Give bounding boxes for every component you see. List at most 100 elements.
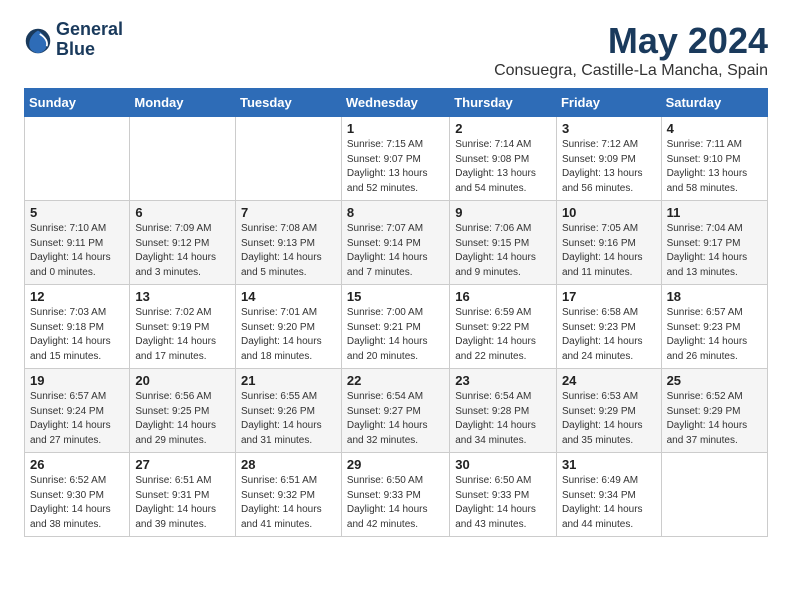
day-cell [25, 117, 130, 201]
day-info: Sunrise: 7:03 AM Sunset: 9:18 PM Dayligh… [30, 306, 124, 364]
day-number: 10 [562, 205, 656, 220]
day-cell: 30 Sunrise: 6:50 AM Sunset: 9:33 PM Dayli… [450, 453, 557, 537]
day-info: Sunrise: 6:55 AM Sunset: 9:26 PM Dayligh… [241, 390, 336, 448]
logo: General Blue [24, 20, 123, 60]
day-cell: 22Sunrise: 6:54 AM Sunset: 9:27 PM Dayli… [341, 369, 449, 453]
day-cell: 28 Sunrise: 6:51 AM Sunset: 9:32 PM Dayli… [235, 453, 341, 537]
day-cell: 19 Sunrise: 6:57 AM Sunset: 9:24 PM Dayli… [25, 369, 130, 453]
day-cell: 25 Sunrise: 6:52 AM Sunset: 9:29 PM Dayli… [661, 369, 767, 453]
day-cell [235, 117, 341, 201]
title-block: May 2024 Consuegra, Castille-La Mancha, … [494, 20, 768, 80]
day-number: 23 [455, 373, 551, 388]
logo-text: General Blue [56, 20, 123, 60]
day-cell: 6Sunrise: 7:09 AM Sunset: 9:12 PM Daylig… [130, 201, 236, 285]
day-number: 13 [135, 289, 230, 304]
day-info: Sunrise: 6:51 AM Sunset: 9:32 PM Dayligh… [241, 474, 336, 532]
day-info: Sunrise: 6:54 AM Sunset: 9:28 PM Dayligh… [455, 390, 551, 448]
day-info: Sunrise: 6:53 AM Sunset: 9:29 PM Dayligh… [562, 390, 656, 448]
day-number: 31 [562, 457, 656, 472]
day-cell: 27 Sunrise: 6:51 AM Sunset: 9:31 PM Dayli… [130, 453, 236, 537]
calendar-body: 1 Sunrise: 7:15 AM Sunset: 9:07 PM Daylig… [25, 117, 768, 537]
day-info: Sunrise: 7:11 AM Sunset: 9:10 PM Dayligh… [667, 138, 762, 196]
logo-icon [24, 27, 52, 55]
calendar-header: SundayMondayTuesdayWednesdayThursdayFrid… [25, 89, 768, 117]
day-number: 11 [667, 205, 762, 220]
day-cell: 4 Sunrise: 7:11 AM Sunset: 9:10 PM Daylig… [661, 117, 767, 201]
day-number: 3 [562, 121, 656, 136]
day-info: Sunrise: 6:59 AM Sunset: 9:22 PM Dayligh… [455, 306, 551, 364]
day-number: 22 [347, 373, 444, 388]
day-number: 6 [135, 205, 230, 220]
day-cell: 5 Sunrise: 7:10 AM Sunset: 9:11 PM Daylig… [25, 201, 130, 285]
day-cell: 7 Sunrise: 7:08 AM Sunset: 9:13 PM Daylig… [235, 201, 341, 285]
weekday-thursday: Thursday [450, 89, 557, 117]
day-number: 17 [562, 289, 656, 304]
day-number: 14 [241, 289, 336, 304]
day-number: 7 [241, 205, 336, 220]
day-info: Sunrise: 6:57 AM Sunset: 9:23 PM Dayligh… [667, 306, 762, 364]
day-number: 20 [135, 373, 230, 388]
day-cell: 29Sunrise: 6:50 AM Sunset: 9:33 PM Dayli… [341, 453, 449, 537]
week-row-3: 19 Sunrise: 6:57 AM Sunset: 9:24 PM Dayli… [25, 369, 768, 453]
day-cell: 18 Sunrise: 6:57 AM Sunset: 9:23 PM Dayli… [661, 285, 767, 369]
day-info: Sunrise: 6:58 AM Sunset: 9:23 PM Dayligh… [562, 306, 656, 364]
day-number: 25 [667, 373, 762, 388]
day-cell: 15 Sunrise: 7:00 AM Sunset: 9:21 PM Dayli… [341, 285, 449, 369]
day-cell: 31 Sunrise: 6:49 AM Sunset: 9:34 PM Dayli… [556, 453, 661, 537]
weekday-friday: Friday [556, 89, 661, 117]
day-number: 1 [347, 121, 444, 136]
day-cell: 3Sunrise: 7:12 AM Sunset: 9:09 PM Daylig… [556, 117, 661, 201]
logo-line1: General [56, 20, 123, 40]
day-cell: 26 Sunrise: 6:52 AM Sunset: 9:30 PM Dayli… [25, 453, 130, 537]
day-info: Sunrise: 6:57 AM Sunset: 9:24 PM Dayligh… [30, 390, 124, 448]
day-info: Sunrise: 6:49 AM Sunset: 9:34 PM Dayligh… [562, 474, 656, 532]
day-number: 26 [30, 457, 124, 472]
day-info: Sunrise: 6:50 AM Sunset: 9:33 PM Dayligh… [455, 474, 551, 532]
day-cell: 2Sunrise: 7:14 AM Sunset: 9:08 PM Daylig… [450, 117, 557, 201]
day-cell: 12 Sunrise: 7:03 AM Sunset: 9:18 PM Dayli… [25, 285, 130, 369]
day-number: 16 [455, 289, 551, 304]
day-info: Sunrise: 7:02 AM Sunset: 9:19 PM Dayligh… [135, 306, 230, 364]
week-row-0: 1 Sunrise: 7:15 AM Sunset: 9:07 PM Daylig… [25, 117, 768, 201]
weekday-saturday: Saturday [661, 89, 767, 117]
day-info: Sunrise: 7:07 AM Sunset: 9:14 PM Dayligh… [347, 222, 444, 280]
day-info: Sunrise: 6:51 AM Sunset: 9:31 PM Dayligh… [135, 474, 230, 532]
day-number: 30 [455, 457, 551, 472]
day-number: 9 [455, 205, 551, 220]
day-info: Sunrise: 7:10 AM Sunset: 9:11 PM Dayligh… [30, 222, 124, 280]
day-cell: 11 Sunrise: 7:04 AM Sunset: 9:17 PM Dayli… [661, 201, 767, 285]
day-number: 8 [347, 205, 444, 220]
day-number: 18 [667, 289, 762, 304]
weekday-row: SundayMondayTuesdayWednesdayThursdayFrid… [25, 89, 768, 117]
day-number: 5 [30, 205, 124, 220]
week-row-4: 26 Sunrise: 6:52 AM Sunset: 9:30 PM Dayli… [25, 453, 768, 537]
day-info: Sunrise: 7:01 AM Sunset: 9:20 PM Dayligh… [241, 306, 336, 364]
week-row-2: 12 Sunrise: 7:03 AM Sunset: 9:18 PM Dayli… [25, 285, 768, 369]
day-number: 12 [30, 289, 124, 304]
day-cell: 13 Sunrise: 7:02 AM Sunset: 9:19 PM Dayli… [130, 285, 236, 369]
day-info: Sunrise: 6:52 AM Sunset: 9:29 PM Dayligh… [667, 390, 762, 448]
day-cell: 16 Sunrise: 6:59 AM Sunset: 9:22 PM Dayli… [450, 285, 557, 369]
calendar: SundayMondayTuesdayWednesdayThursdayFrid… [24, 88, 768, 537]
day-info: Sunrise: 7:15 AM Sunset: 9:07 PM Dayligh… [347, 138, 444, 196]
day-info: Sunrise: 6:52 AM Sunset: 9:30 PM Dayligh… [30, 474, 124, 532]
day-number: 24 [562, 373, 656, 388]
day-info: Sunrise: 7:05 AM Sunset: 9:16 PM Dayligh… [562, 222, 656, 280]
weekday-sunday: Sunday [25, 89, 130, 117]
day-number: 4 [667, 121, 762, 136]
day-number: 21 [241, 373, 336, 388]
day-info: Sunrise: 7:08 AM Sunset: 9:13 PM Dayligh… [241, 222, 336, 280]
subtitle: Consuegra, Castille-La Mancha, Spain [494, 62, 768, 80]
day-info: Sunrise: 7:00 AM Sunset: 9:21 PM Dayligh… [347, 306, 444, 364]
day-info: Sunrise: 7:04 AM Sunset: 9:17 PM Dayligh… [667, 222, 762, 280]
day-number: 15 [347, 289, 444, 304]
day-number: 28 [241, 457, 336, 472]
logo-line2: Blue [56, 40, 123, 60]
day-number: 19 [30, 373, 124, 388]
weekday-monday: Monday [130, 89, 236, 117]
day-cell: 10 Sunrise: 7:05 AM Sunset: 9:16 PM Dayli… [556, 201, 661, 285]
day-cell: 14 Sunrise: 7:01 AM Sunset: 9:20 PM Dayli… [235, 285, 341, 369]
day-info: Sunrise: 6:56 AM Sunset: 9:25 PM Dayligh… [135, 390, 230, 448]
day-number: 27 [135, 457, 230, 472]
day-cell: 8 Sunrise: 7:07 AM Sunset: 9:14 PM Daylig… [341, 201, 449, 285]
